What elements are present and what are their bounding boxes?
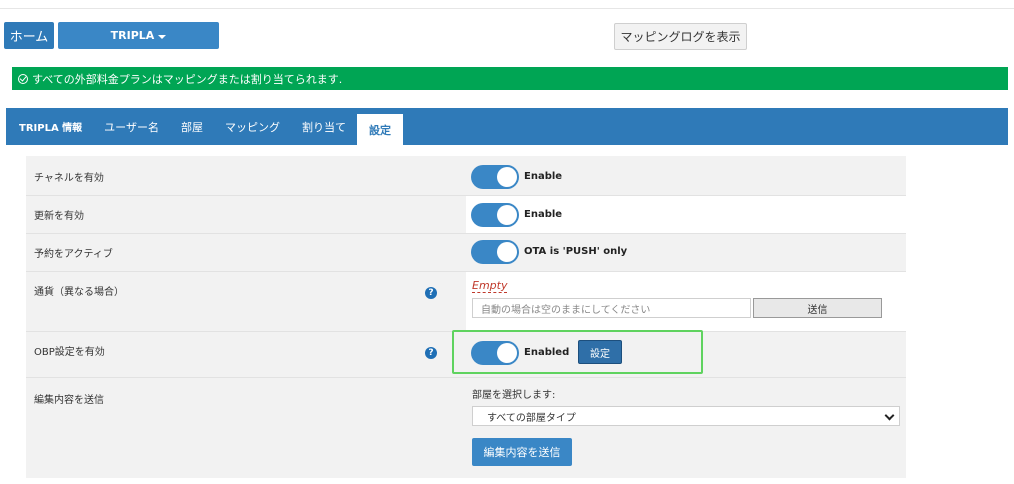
help-icon[interactable]: ? bbox=[425, 287, 437, 299]
tab-username[interactable]: ユーザー名 bbox=[93, 108, 170, 145]
room-select-value: すべての部屋タイプ bbox=[487, 412, 576, 424]
setting-label: 通貨（異なる場合） bbox=[34, 287, 124, 298]
setting-row-currency: 通貨（異なる場合） ? Empty 自動の場合は空のままにしてください 送信 bbox=[26, 272, 906, 332]
setting-value-cell: Enable bbox=[466, 196, 906, 233]
setting-row-submit: 編集内容を送信 部屋を選択します: すべての部屋タイプ 編集内容を送信 bbox=[26, 378, 906, 478]
success-alert: すべての外部料金プランはマッピングまたは割り当てられます. bbox=[12, 67, 1008, 90]
room-select-label: 部屋を選択します: bbox=[472, 390, 556, 401]
caret-down-icon bbox=[158, 34, 167, 39]
chevron-down-icon bbox=[884, 410, 895, 421]
obp-highlight-outline bbox=[452, 330, 703, 374]
tab-allocation[interactable]: 割り当て bbox=[291, 108, 357, 145]
setting-label: 更新を有効 bbox=[34, 211, 84, 222]
setting-row-reservation: 予約をアクティブ OTA is 'PUSH' only bbox=[26, 234, 906, 272]
setting-row-update: 更新を有効 Enable bbox=[26, 196, 906, 234]
update-enable-toggle[interactable] bbox=[471, 203, 519, 227]
setting-row-channel: チャネルを有効 Enable bbox=[26, 156, 906, 196]
property-dropdown-button[interactable]: TRIPLA bbox=[58, 22, 219, 49]
channel-enable-toggle[interactable] bbox=[471, 165, 519, 189]
setting-value-cell: OTA is 'PUSH' only bbox=[466, 234, 906, 271]
tab-rooms[interactable]: 部屋 bbox=[170, 108, 214, 145]
toggle-state-label: OTA is 'PUSH' only bbox=[524, 246, 628, 257]
help-icon[interactable]: ? bbox=[425, 347, 437, 359]
home-button[interactable]: ホーム bbox=[4, 22, 54, 49]
toggle-state-label: Enable bbox=[524, 209, 563, 220]
currency-send-button[interactable]: 送信 bbox=[753, 298, 882, 318]
setting-label: OBP設定を有効 bbox=[34, 347, 105, 358]
setting-label: 編集内容を送信 bbox=[34, 395, 104, 406]
property-dropdown-label: TRIPLA bbox=[110, 29, 155, 42]
setting-label: チャネルを有効 bbox=[34, 173, 104, 184]
reservation-active-toggle[interactable] bbox=[471, 240, 519, 264]
room-type-select[interactable]: すべての部屋タイプ bbox=[472, 406, 900, 426]
tab-mapping[interactable]: マッピング bbox=[214, 108, 291, 145]
mapping-log-button[interactable]: マッピングログを表示 bbox=[614, 23, 747, 50]
currency-input[interactable]: 自動の場合は空のままにしてください bbox=[472, 298, 751, 318]
toggle-state-label: Enable bbox=[524, 171, 563, 182]
top-divider bbox=[0, 8, 1014, 9]
check-circle-icon bbox=[18, 73, 28, 84]
tab-settings[interactable]: 設定 bbox=[356, 114, 403, 145]
setting-value-cell: Enable bbox=[466, 156, 906, 195]
tab-tripla-info[interactable]: TRIPLA 情報 bbox=[8, 108, 93, 145]
setting-label: 予約をアクティブ bbox=[34, 249, 113, 260]
alert-message: すべての外部料金プランはマッピングまたは割り当てられます. bbox=[32, 72, 343, 86]
currency-empty-link[interactable]: Empty bbox=[472, 279, 508, 293]
submit-edits-button[interactable]: 編集内容を送信 bbox=[472, 438, 572, 466]
tab-bar: TRIPLA 情報 ユーザー名 部屋 マッピング 割り当て 設定 bbox=[6, 108, 1008, 145]
